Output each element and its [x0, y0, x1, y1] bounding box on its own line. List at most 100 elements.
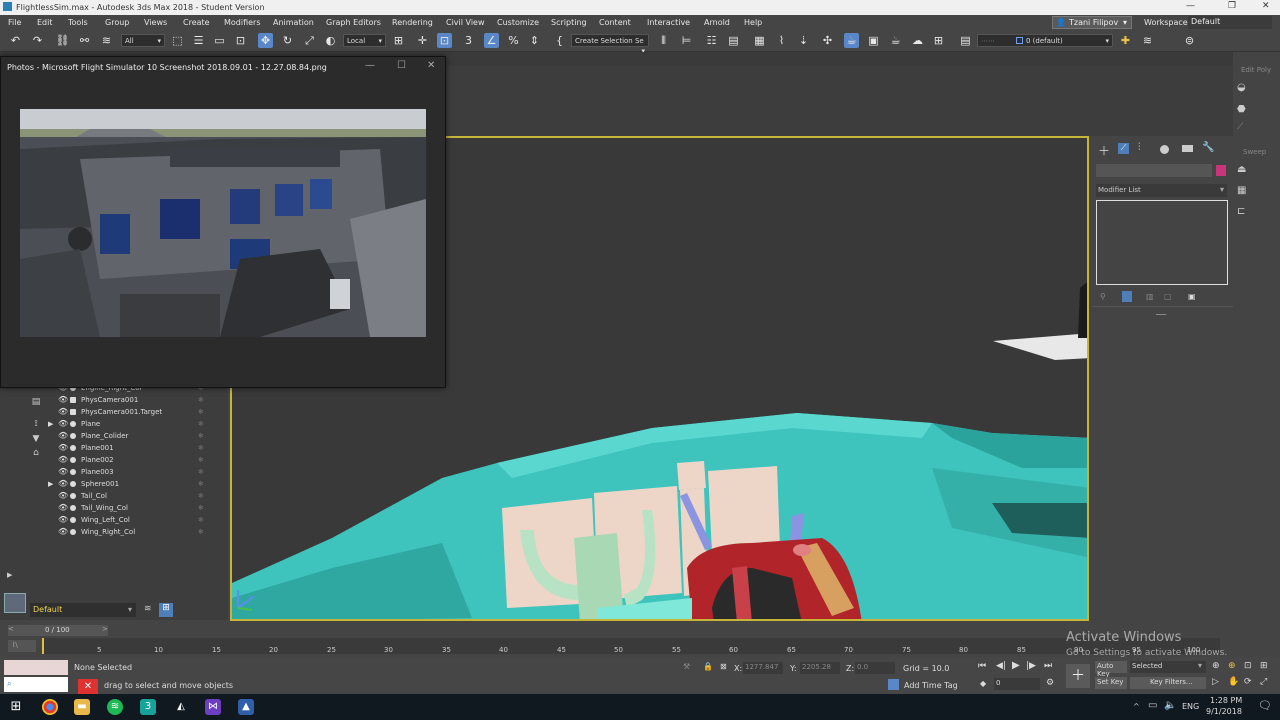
add-layer-icon[interactable]: ✚: [1118, 33, 1133, 48]
y-field[interactable]: 2205.28: [800, 662, 840, 674]
current-frame-field[interactable]: 0: [994, 678, 1040, 690]
align-icon[interactable]: ⊨: [679, 33, 694, 48]
close-icon[interactable]: ✕: [1262, 1, 1270, 11]
eye-icon[interactable]: 👁: [58, 526, 68, 538]
next-frame-icon[interactable]: |▶: [1026, 661, 1036, 671]
redo-icon[interactable]: ↷: [30, 33, 45, 48]
menu-content[interactable]: Content: [599, 18, 631, 27]
angle-snap-icon[interactable]: ∠: [484, 33, 499, 48]
freeze-icon[interactable]: ❄: [198, 394, 204, 406]
toggle-ribbon-icon[interactable]: ▦: [752, 33, 767, 48]
manage-layers-icon[interactable]: ▤: [958, 33, 973, 48]
expand-arrow-icon[interactable]: ▶: [48, 418, 53, 430]
menu-group[interactable]: Group: [105, 18, 129, 27]
menu-views[interactable]: Views: [144, 18, 167, 27]
named-selection-dropdown[interactable]: Create Selection Se ▾: [571, 34, 649, 55]
time-cursor[interactable]: [42, 638, 44, 654]
list-item[interactable]: 👁 Plane002 ❄: [48, 454, 226, 466]
render-production-icon[interactable]: ☕: [888, 33, 903, 48]
maximize-icon[interactable]: ❐: [1228, 1, 1236, 11]
hierarchy-tab-icon[interactable]: ⫶: [1138, 142, 1141, 153]
rectangular-selection-icon[interactable]: ▭: [212, 33, 227, 48]
spinner-snap-icon[interactable]: ⇕: [527, 33, 542, 48]
layer-dropdown[interactable]: ⋯⋯ 0 (default) ▾: [977, 34, 1113, 47]
layer-selector[interactable]: Default ▾: [30, 603, 136, 617]
set-key-icon[interactable]: ＋: [1066, 664, 1090, 688]
curve-editor-icon[interactable]: ⌇: [774, 33, 789, 48]
filter-geometry-icon[interactable]: ⟟: [30, 419, 42, 431]
object-name-field[interactable]: [1096, 164, 1212, 177]
create-tab-icon[interactable]: ＋: [1098, 142, 1110, 159]
select-manipulate-icon[interactable]: ✛: [415, 33, 430, 48]
expand-arrow-icon[interactable]: ▶: [48, 478, 53, 490]
utilities-tab-icon[interactable]: 🔧: [1202, 142, 1214, 153]
list-item[interactable]: 👁 Wing_Right_Col ❄: [48, 526, 226, 538]
menu-arnold[interactable]: Arnold: [704, 18, 730, 27]
eye-icon[interactable]: 👁: [58, 478, 68, 490]
reference-coordinate-dropdown[interactable]: Local ▾: [343, 34, 386, 47]
play-icon[interactable]: ▶: [1012, 660, 1020, 671]
close-icon[interactable]: ✕: [427, 60, 435, 71]
clock-time[interactable]: 1:28 PM: [1210, 696, 1242, 705]
previous-frame-icon[interactable]: ◀|: [996, 661, 1006, 671]
schematic-view-icon[interactable]: ⇣: [796, 33, 811, 48]
user-account-button[interactable]: 👤 Tzani Filipov ▾: [1052, 16, 1132, 29]
eye-icon[interactable]: 👁: [58, 490, 68, 502]
select-object-icon[interactable]: ⬚: [170, 33, 185, 48]
auto-key-button[interactable]: Auto Key: [1095, 661, 1127, 678]
field-of-view-icon[interactable]: ▷: [1212, 677, 1219, 687]
display-tab-icon[interactable]: [1182, 145, 1193, 152]
workspace-dropdown[interactable]: Default: [1188, 16, 1272, 29]
mini-curve-editor-toggle[interactable]: ⌇\: [8, 640, 36, 652]
mirror-icon[interactable]: ⫴: [656, 33, 671, 48]
eye-icon[interactable]: 👁: [58, 394, 68, 406]
orbit-icon[interactable]: ⟳: [1244, 677, 1252, 687]
lock-selection-icon[interactable]: 🔒: [703, 662, 713, 671]
pin-stack-icon[interactable]: ⚲: [1100, 292, 1106, 301]
rollout-handle[interactable]: [1156, 314, 1166, 315]
render-icon[interactable]: ⊞: [931, 33, 946, 48]
layer-stack-icon[interactable]: ≋: [1140, 33, 1155, 48]
unity-icon[interactable]: ◭: [173, 699, 189, 715]
key-mode-icon[interactable]: ◆: [980, 679, 986, 688]
absolute-mode-icon[interactable]: ⊠: [720, 662, 727, 671]
menu-help[interactable]: Help: [744, 18, 762, 27]
freeze-icon[interactable]: ❄: [198, 526, 204, 538]
selected-dropdown[interactable]: Selected ▾: [1130, 661, 1206, 673]
list-item[interactable]: 👁 Tail_Col ❄: [48, 490, 226, 502]
toggle-layer-explorer-icon[interactable]: ▤: [726, 33, 741, 48]
menu-file[interactable]: File: [8, 18, 21, 27]
bind-space-warp-icon[interactable]: ≋: [99, 33, 114, 48]
next-frame-icon[interactable]: >: [102, 625, 108, 633]
menu-rendering[interactable]: Rendering: [392, 18, 433, 27]
layer-properties-icon[interactable]: ⊜: [1182, 33, 1197, 48]
zoom-extents-icon[interactable]: ⊡: [1244, 661, 1252, 671]
prev-frame-icon[interactable]: <: [8, 625, 14, 633]
make-unique-icon[interactable]: ▥: [1146, 292, 1154, 301]
maxscript-listener[interactable]: [4, 660, 68, 675]
notifications-icon[interactable]: 🗨: [1258, 699, 1272, 712]
maximize-icon[interactable]: ☐: [397, 60, 406, 71]
menu-edit[interactable]: Edit: [37, 18, 53, 27]
menu-scripting[interactable]: Scripting: [551, 18, 587, 27]
configure-modifier-sets-icon[interactable]: ▣: [1188, 292, 1196, 301]
freeze-icon[interactable]: ❄: [198, 490, 204, 502]
display-none-icon[interactable]: ▤: [30, 397, 42, 409]
visual-studio-icon[interactable]: ⋈: [205, 699, 221, 715]
window-crossing-icon[interactable]: ⊡: [233, 33, 248, 48]
minimize-icon[interactable]: —: [365, 60, 375, 71]
zoom-all-icon[interactable]: ⊕: [1228, 661, 1236, 671]
close-icon[interactable]: ✕: [78, 679, 98, 694]
layer-toggle-icon[interactable]: ⌂: [30, 448, 42, 460]
snaps-toggle-icon[interactable]: 3: [461, 33, 476, 48]
go-to-start-icon[interactable]: ⏮: [978, 661, 986, 671]
object-color-swatch[interactable]: [1216, 165, 1226, 176]
layer-manager-icon[interactable]: [4, 593, 26, 613]
pan-icon[interactable]: ✋: [1228, 677, 1239, 687]
add-time-tag-button[interactable]: Add Time Tag: [904, 681, 958, 690]
x-field[interactable]: 1277.847: [743, 662, 783, 674]
shell-tool-icon[interactable]: ⬣: [1237, 104, 1246, 115]
show-hidden-icons-icon[interactable]: ^: [1133, 702, 1140, 711]
freeze-icon[interactable]: ❄: [198, 466, 204, 478]
menu-tools[interactable]: Tools: [68, 18, 88, 27]
